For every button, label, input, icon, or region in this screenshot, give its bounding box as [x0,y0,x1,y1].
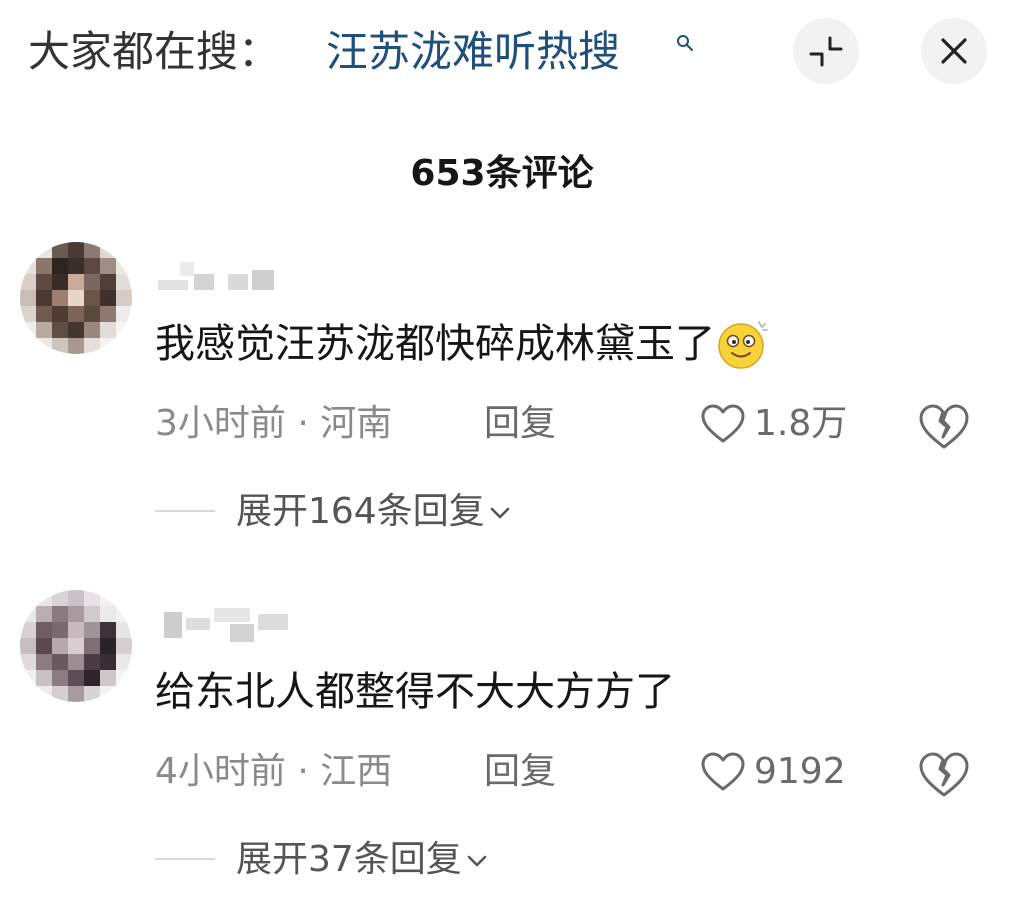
close-icon [941,38,967,64]
close-button[interactable] [921,18,987,84]
comment-item: 给东北人都整得不大大方方了 4小时前 · 江西 回复 9192 展开37条回复 [0,586,1024,906]
expand-replies-link[interactable]: 展开164条回复 [236,486,513,538]
avatar[interactable] [20,242,132,354]
like-count: 1.8万 [754,403,848,444]
comment-text: 给东北人都整得不大大方方了 [155,669,675,715]
search-prefix: 大家都在搜： [28,27,281,76]
expand-divider [155,858,215,860]
username[interactable] [158,252,298,292]
collapse-button[interactable] [793,18,859,84]
dizzy-face-emoji-icon [718,321,768,369]
expand-divider [155,510,215,512]
broken-heart-icon[interactable] [916,751,972,799]
avatar[interactable] [20,590,132,702]
comment-location: 河南 [320,403,393,444]
expand-replies-link[interactable]: 展开37条回复 [236,834,490,886]
comment-time: 3小时前 [155,403,286,444]
username[interactable] [158,600,298,642]
chevron-down-icon [467,855,487,867]
comment-text-content: 我感觉汪苏泷都快碎成林黛玉了 [155,321,715,367]
comment-location: 江西 [320,751,393,792]
reply-button[interactable]: 回复 [484,746,556,798]
heart-icon [701,752,745,791]
comments-panel: 大家都在搜： 汪苏泷难听热搜 653条评论 我感觉汪苏泷都快碎成林黛玉了 3小时… [0,0,1024,916]
comment-time: 4小时前 [155,751,286,792]
heart-icon [701,404,745,443]
broken-heart-icon[interactable] [916,403,972,451]
comment-count-title: 653条评论 [410,153,594,194]
search-icon [677,35,693,51]
meta-separator: · [285,751,321,792]
reply-button[interactable]: 回复 [484,398,556,450]
chevron-down-icon [490,507,510,519]
comment-meta: 4小时前 · 江西 [155,746,392,798]
meta-separator: · [285,403,321,444]
search-term-link[interactable]: 汪苏泷难听热搜 [326,22,620,82]
comment-meta: 3小时前 · 河南 [155,398,392,450]
expand-replies-label: 展开164条回复 [236,491,485,532]
comment-text: 我感觉汪苏泷都快碎成林黛玉了 [155,316,771,372]
expand-replies-label: 展开37条回复 [236,839,462,880]
like-count: 9192 [754,751,846,792]
comment-item: 我感觉汪苏泷都快碎成林黛玉了 3小时前 · 河南 回复 1.8万 展开164条回… [0,238,1024,558]
collapse-icon [809,36,843,67]
